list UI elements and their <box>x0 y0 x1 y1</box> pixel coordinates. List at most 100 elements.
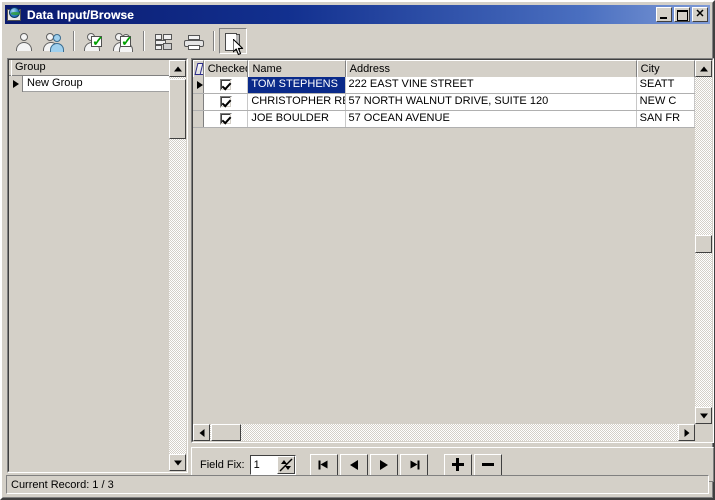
person-check-icon: ✓ <box>84 32 104 52</box>
table-row[interactable]: JOE BOULDER 57 OCEAN AVENUE SAN FR <box>193 111 695 128</box>
checkbox-icon[interactable] <box>219 113 232 125</box>
data-grid-panel: Checked Name Address City TOM STEPHENS 2… <box>191 58 714 443</box>
find-person-button[interactable] <box>39 28 67 54</box>
toolbar-separator-3 <box>213 30 215 51</box>
title-bar-buttons: ✕ <box>656 7 708 22</box>
row-indicator-icon <box>193 77 204 93</box>
delete-record-button[interactable] <box>473 453 502 476</box>
book-icon <box>194 63 203 75</box>
check-all-persons-button[interactable]: ✓ <box>109 28 137 54</box>
exit-door-icon <box>225 32 241 51</box>
spinner-slash-icon <box>279 458 293 471</box>
grid-scroll-thumb[interactable] <box>695 235 712 253</box>
column-header-checked[interactable]: Checked <box>203 60 249 77</box>
title-bar[interactable]: Data Input/Browse ✕ <box>5 5 710 24</box>
person-search-icon <box>43 32 65 52</box>
name-cell[interactable]: JOE BOULDER <box>248 111 346 127</box>
last-record-button[interactable] <box>399 453 428 476</box>
grid-vertical-scrollbar[interactable] <box>695 60 712 424</box>
grid-scroll-up-button[interactable] <box>695 60 712 77</box>
column-header-city[interactable]: City <box>636 60 695 77</box>
grid-scroll-down-button[interactable] <box>695 407 712 424</box>
app-globe-icon <box>7 6 23 23</box>
grid-horizontal-scrollbar[interactable] <box>193 424 695 441</box>
group-panel-vertical-scrollbar[interactable] <box>169 60 186 471</box>
city-cell[interactable]: SEATT <box>636 77 695 93</box>
grid-hscroll-track[interactable] <box>210 424 678 441</box>
grid-layout-button[interactable] <box>149 28 177 54</box>
grid-scroll-right-button[interactable] <box>678 424 695 441</box>
main-toolbar: ✓ ✓ <box>5 25 710 56</box>
data-grid-header-row: Checked Name Address City <box>193 60 695 77</box>
data-grid-inner: Checked Name Address City TOM STEPHENS 2… <box>192 59 713 442</box>
print-button[interactable] <box>179 28 207 54</box>
group-panel-header: Group <box>9 60 171 76</box>
row-indicator-icon <box>193 94 204 110</box>
name-cell[interactable]: CHRISTOPHER RE <box>248 94 346 110</box>
toolbar-separator-2 <box>143 30 145 51</box>
group-scroll-down-button[interactable] <box>169 454 186 471</box>
previous-record-button[interactable] <box>339 453 368 476</box>
previous-record-icon <box>349 459 358 470</box>
group-panel-inner: Group New Group <box>8 59 187 472</box>
window-inner-frame: Data Input/Browse ✕ ✓ ✓ Group New Group … <box>2 2 714 498</box>
grid-icon <box>155 33 173 50</box>
checked-cell[interactable] <box>203 111 249 127</box>
record-nav-group <box>309 453 430 476</box>
city-cell[interactable]: SAN FR <box>636 111 695 127</box>
grid-hscroll-thumb[interactable] <box>211 424 241 441</box>
toolbar-separator-1 <box>73 30 75 51</box>
field-fix-stepper[interactable]: 1 <box>249 454 296 475</box>
checkbox-icon[interactable] <box>219 96 232 108</box>
scrollbar-corner <box>695 424 712 441</box>
exit-button[interactable] <box>219 27 247 55</box>
printer-icon <box>184 34 204 50</box>
address-cell[interactable]: 222 EAST VINE STREET <box>345 77 637 93</box>
record-edit-group <box>443 453 504 476</box>
address-cell[interactable]: 57 NORTH WALNUT DRIVE, SUITE 120 <box>345 94 637 110</box>
group-panel: Group New Group <box>7 58 188 473</box>
column-header-name[interactable]: Name <box>248 60 346 77</box>
application-window: Data Input/Browse ✕ ✓ ✓ Group New Group … <box>0 0 715 500</box>
close-button[interactable]: ✕ <box>692 7 708 22</box>
field-fix-spin-buttons[interactable] <box>276 455 295 474</box>
city-cell[interactable]: NEW C <box>636 94 695 110</box>
data-grid-body: TOM STEPHENS 222 EAST VINE STREET SEATT … <box>193 77 695 128</box>
last-record-icon <box>408 460 420 469</box>
status-bar: Current Record: 1 / 3 <box>6 475 709 494</box>
row-indicator-icon <box>9 75 23 92</box>
group-scroll-up-button[interactable] <box>169 60 186 77</box>
grid-corner-header[interactable] <box>193 60 204 77</box>
close-icon: ✕ <box>695 8 705 20</box>
table-row[interactable]: TOM STEPHENS 222 EAST VINE STREET SEATT <box>193 77 695 94</box>
group-name: New Group <box>27 77 83 89</box>
field-fix-label: Field Fix: <box>200 458 245 471</box>
column-header-address[interactable]: Address <box>345 60 637 77</box>
checkbox-icon[interactable] <box>219 79 232 91</box>
minimize-button[interactable] <box>656 7 672 22</box>
person-icon <box>16 32 34 52</box>
grid-scroll-left-button[interactable] <box>193 424 210 441</box>
next-record-button[interactable] <box>369 453 398 476</box>
list-item[interactable]: New Group <box>9 75 171 92</box>
checked-cell[interactable] <box>203 77 249 93</box>
current-record-status: Current Record: 1 / 3 <box>11 478 114 491</box>
next-record-icon <box>379 459 388 470</box>
first-record-button[interactable] <box>309 453 338 476</box>
checked-cell[interactable] <box>203 94 249 110</box>
group-column-header[interactable]: Group <box>11 60 170 76</box>
persons-check-icon: ✓ <box>113 32 135 52</box>
first-record-icon <box>318 460 329 469</box>
maximize-button[interactable] <box>674 7 690 22</box>
window-title: Data Input/Browse <box>27 7 135 22</box>
name-cell[interactable]: TOM STEPHENS <box>248 77 346 93</box>
address-cell[interactable]: 57 OCEAN AVENUE <box>345 111 637 127</box>
group-list: New Group <box>9 75 171 471</box>
add-record-button[interactable] <box>443 453 472 476</box>
field-fix-input[interactable]: 1 <box>250 455 277 474</box>
row-indicator-icon <box>193 111 204 127</box>
table-row[interactable]: CHRISTOPHER RE 57 NORTH WALNUT DRIVE, SU… <box>193 94 695 111</box>
check-person-button[interactable]: ✓ <box>79 28 107 54</box>
add-person-button[interactable] <box>9 28 37 54</box>
group-scroll-thumb[interactable] <box>169 79 186 139</box>
